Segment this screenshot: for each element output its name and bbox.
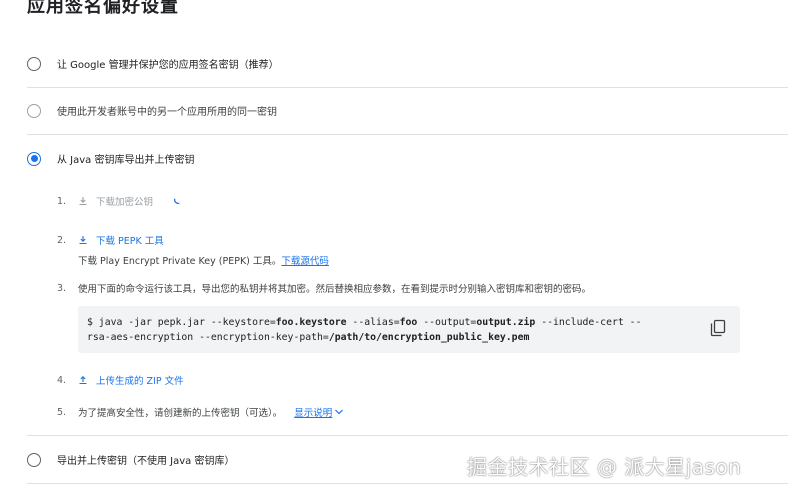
step-2-description: 下载 Play Encrypt Private Key (PEPK) 工具。下载… [78, 253, 329, 267]
radio-button[interactable] [27, 103, 41, 118]
divider [27, 435, 788, 436]
radio-option-java-keystore[interactable]: 从 Java 密钥库导出并上传密钥 [27, 151, 194, 166]
radio-option-same-key[interactable]: 使用此开发者账号中的另一个应用所用的同一密钥 [27, 103, 277, 118]
option-label: 导出并上传密钥（不使用 Java 密钥库） [57, 456, 235, 467]
step-3: 3. 使用下面的命令运行该工具，导出您的私钥并将其加密。然后替换相应参数，在看到… [57, 281, 592, 296]
watermark: 掘金技术社区 @ 派大星jason [467, 455, 742, 479]
step-number: 2. [57, 234, 67, 246]
radio-option-google-managed[interactable]: 让 Google 管理并保护您的应用签名密钥（推荐） [27, 56, 279, 71]
download-public-key-link[interactable]: 下载加密公钥 [96, 194, 153, 208]
option-label: 让 Google 管理并保护您的应用签名密钥（推荐） [57, 60, 279, 71]
step-number: 1. [57, 195, 67, 207]
step-5-text: 为了提高安全性，请创建新的上传密钥（可选）。 [78, 408, 283, 419]
code-line-2: rsa-aes-encryption --encryption-key-path… [87, 332, 530, 343]
step-number: 3. [57, 282, 67, 294]
download-icon [78, 235, 88, 245]
step-4: 4. 上传生成的 ZIP 文件 [57, 373, 184, 388]
divider [27, 134, 788, 135]
radio-button[interactable] [27, 56, 41, 71]
option-label: 从 Java 密钥库导出并上传密钥 [57, 155, 195, 166]
pepk-description: 下载 Play Encrypt Private Key (PEPK) 工具。 [78, 256, 282, 267]
download-pepk-tool-link[interactable]: 下载 PEPK 工具 [96, 233, 164, 247]
chevron-down-icon[interactable] [334, 408, 344, 416]
radio-button-checked[interactable] [27, 151, 41, 166]
step-1: 1. 下载加密公钥 [57, 194, 153, 209]
command-code-block: $ java -jar pepk.jar --keystore=foo.keys… [78, 306, 740, 353]
download-icon [78, 196, 88, 206]
option-label: 使用此开发者账号中的另一个应用所用的同一密钥 [57, 107, 277, 118]
download-source-code-link[interactable]: 下载源代码 [281, 256, 329, 267]
upload-zip-link[interactable]: 上传生成的 ZIP 文件 [96, 373, 184, 387]
radio-button[interactable] [27, 452, 41, 467]
code-line-1: $ java -jar pepk.jar --keystore=foo.keys… [87, 317, 642, 328]
step-number: 4. [57, 374, 67, 386]
step-2: 2. 下载 PEPK 工具 [57, 233, 164, 248]
step-3-text: 使用下面的命令运行该工具，导出您的私钥并将其加密。然后替换相应参数，在看到提示时… [78, 284, 592, 295]
step-number: 5. [57, 406, 67, 418]
upload-icon [78, 375, 88, 385]
step-5: 5. 为了提高安全性，请创建新的上传密钥（可选）。 显示说明 [57, 405, 344, 419]
page-title: 应用签名偏好设置 [27, 0, 179, 17]
divider [27, 483, 788, 484]
loading-spinner-icon [174, 198, 180, 204]
show-instructions-link[interactable]: 显示说明 [294, 405, 332, 419]
radio-option-no-java-keystore[interactable]: 导出并上传密钥（不使用 Java 密钥库） [27, 452, 234, 467]
divider [27, 87, 788, 88]
copy-icon[interactable] [710, 319, 726, 337]
